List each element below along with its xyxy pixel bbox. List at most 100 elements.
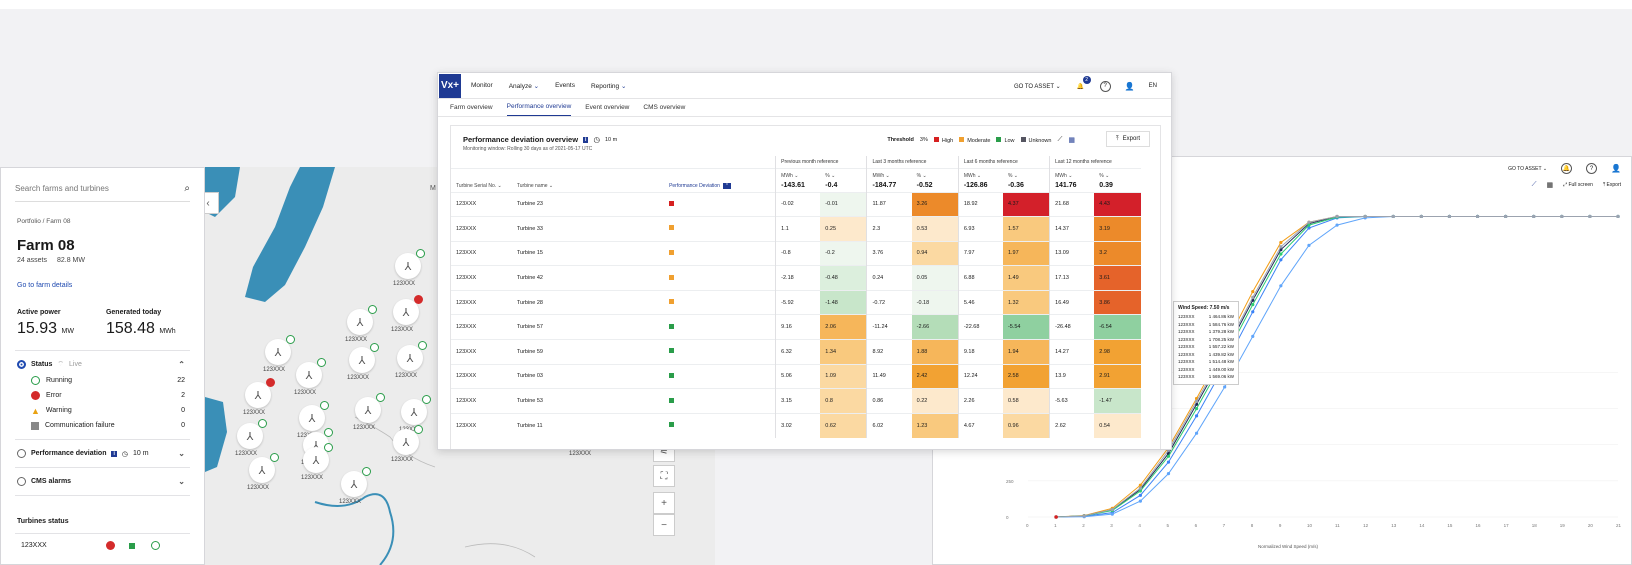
turbine-marker[interactable]: ⅄: [395, 249, 425, 279]
group-header: Previous month reference: [775, 156, 867, 168]
x-tick-label: 12: [1363, 523, 1369, 528]
turbine-marker[interactable]: ⅄: [355, 393, 385, 423]
chevron-down-icon[interactable]: ⌄: [178, 477, 185, 486]
turbine-marker[interactable]: ⅄: [401, 395, 431, 425]
status-row-communication-failure[interactable]: Communication failure 0: [31, 418, 185, 433]
status-row-running[interactable]: Running 22: [31, 373, 185, 388]
language-selector[interactable]: EN: [1149, 83, 1157, 89]
line-chart-icon[interactable]: ⟋: [1057, 136, 1062, 144]
search-input[interactable]: [15, 184, 165, 193]
farm-metrics: Active power 15.93 MW Generated today 15…: [17, 309, 204, 338]
search-icon[interactable]: ⌕: [184, 183, 190, 194]
collapse-sidebar-button[interactable]: ‹: [205, 192, 219, 214]
table-row[interactable]: 123XXX Turbine 42 -2.18 -0.48 0.24 0.05 6.88 1.…: [451, 265, 1141, 291]
breadcrumb[interactable]: Portfolio / Farm 08: [17, 218, 204, 225]
tab-farm-overview[interactable]: Farm overview: [450, 104, 493, 116]
turbine-marker[interactable]: ⅄: [265, 335, 295, 365]
user-icon[interactable]: 👤: [1125, 82, 1135, 91]
data-point: [1588, 214, 1592, 219]
table-row[interactable]: 123XXX Turbine 57 9.16 2.06 -11.24 -2.66 -22.6…: [451, 314, 1141, 340]
metric-col-header[interactable]: % ⌄ -0.36: [1002, 167, 1050, 192]
turbine-label: 123XXX: [353, 425, 376, 431]
zoom-out-button[interactable]: −: [653, 514, 675, 536]
turbine-marker[interactable]: ⅄: [349, 343, 379, 373]
table-row[interactable]: 123XXX Turbine 15 -0.8 -0.2 3.76 0.94 7.97 1.97…: [451, 240, 1141, 266]
tab-event-overview[interactable]: Event overview: [585, 104, 629, 116]
farm-details-link[interactable]: Go to farm details: [17, 282, 204, 289]
x-tick-label: 17: [1504, 523, 1510, 528]
data-point: [1138, 499, 1142, 503]
mwh-cell: -0.8: [775, 240, 821, 266]
table-row[interactable]: 123XXX Turbine 03 5.06 1.09 11.49 2.42 12.24 2.…: [451, 363, 1141, 389]
tab-performance-overview[interactable]: Performance overview: [506, 103, 572, 116]
turbine-marker[interactable]: ⅄: [393, 425, 423, 455]
turbine-name-cell: Turbine 23: [511, 191, 665, 217]
metric-col-header[interactable]: MWh ⌄ 141.76: [1049, 167, 1095, 192]
table-view-icon[interactable]: ▦: [1068, 136, 1075, 144]
chevron-down-icon[interactable]: ⌄: [178, 449, 185, 458]
mwh-cell: 0.24: [866, 265, 912, 291]
help-icon[interactable]: ?: [1099, 80, 1111, 92]
col-perf-header[interactable]: Performance Deviation ⌃: [664, 167, 776, 192]
status-row-error[interactable]: Error 2: [31, 388, 185, 403]
perf-deviation-section-header[interactable]: Performance deviation i ◷ 10 m ⌄: [17, 449, 185, 458]
col-serial-header[interactable]: Turbine Serial No. ⌄: [451, 167, 512, 192]
notification-icon[interactable]: 🔔 2: [1075, 75, 1091, 92]
turbine-marker[interactable]: ⅄: [397, 341, 427, 371]
table-row[interactable]: 123XXX Turbine 53 3.15 0.8 0.86 0.22 2.26 0.58-…: [451, 388, 1141, 414]
data-point: [1194, 431, 1199, 435]
metric-col-header[interactable]: MWh ⌄ -126.86: [957, 167, 1003, 192]
export-button[interactable]: ⤒ Export: [1106, 131, 1150, 147]
table-row[interactable]: 123XXX Turbine 11 3.02 0.62 6.02 1.23 4.67 0.96…: [451, 412, 1141, 438]
running-icon: [31, 376, 40, 385]
turbine-marker[interactable]: ⅄: [245, 378, 275, 408]
deviation-low-indicator: [669, 372, 675, 378]
turbine-row[interactable]: 123XXX: [21, 541, 171, 550]
metric-col-header[interactable]: % ⌄ -0.4: [820, 167, 867, 192]
metric-col-header[interactable]: % ⌄ 0.39: [1094, 167, 1141, 192]
nav-analyze[interactable]: Analyze ⌄: [509, 82, 539, 90]
turbines-status-heading: Turbines status: [17, 518, 69, 525]
table-row[interactable]: 123XXX Turbine 59 6.32 1.34 8.92 1.88 9.18 1.94…: [451, 339, 1141, 365]
deviation-cell: [664, 289, 776, 315]
table-row[interactable]: 123XXX Turbine 28 -5.92 -1.48 -0.72 -0.18 5.46…: [451, 289, 1141, 315]
nav-reporting[interactable]: Reporting ⌄: [591, 82, 626, 90]
chevron-up-icon[interactable]: ⌃: [178, 360, 185, 369]
col-serial-label: Turbine Serial No.: [456, 182, 497, 189]
data-point: [1082, 514, 1086, 518]
turbine-marker[interactable]: ⅄: [299, 401, 329, 431]
turbine-marker[interactable]: ⅄: [249, 453, 279, 483]
turbine-marker[interactable]: ⅄: [393, 295, 423, 325]
metric-col-header[interactable]: MWh ⌄ -143.61: [775, 167, 821, 192]
cms-alarms-section-header[interactable]: CMS alarms ⌄: [17, 477, 185, 486]
sort-up-icon[interactable]: ⌃: [722, 182, 732, 189]
zoom-in-button[interactable]: +: [653, 492, 675, 514]
data-point: [1560, 214, 1564, 219]
turbine-name-cell: Turbine 42: [511, 265, 665, 291]
app-logo[interactable]: Vx+: [439, 73, 461, 98]
y-tick-label: 250: [1006, 479, 1014, 484]
perf-deviation-radio[interactable]: [17, 449, 26, 458]
turbine-marker[interactable]: ⅄: [341, 467, 371, 497]
table-row[interactable]: 123XXX Turbine 23 -0.02 -0.01 11.87 3.26 18.92…: [451, 191, 1141, 217]
metric-col-header[interactable]: MWh ⌄ -184.77: [866, 167, 912, 192]
turbine-marker[interactable]: ⅄: [347, 305, 377, 335]
status-section-header[interactable]: Status ⌔ Live ⌃: [17, 360, 185, 369]
turbine-marker[interactable]: ⅄: [303, 443, 333, 473]
table-row[interactable]: 123XXX Turbine 33 1.1 0.25 2.3 0.53 6.93 1.57 14…: [451, 216, 1141, 242]
turbine-marker[interactable]: ⅄: [237, 419, 267, 449]
cms-alarms-radio[interactable]: [17, 477, 26, 486]
go-to-asset-button[interactable]: GO TO ASSET ⌄: [1014, 83, 1061, 90]
turbine-marker[interactable]: ⅄: [296, 358, 326, 388]
info-icon[interactable]: i: [583, 136, 589, 143]
col-name-header[interactable]: Turbine name ⌄: [511, 167, 665, 192]
pct-cell: -6.54: [1094, 314, 1141, 340]
nav-monitor[interactable]: Monitor: [471, 82, 493, 89]
status-radio[interactable]: [17, 360, 26, 369]
layers-icon[interactable]: ⛶: [653, 465, 675, 487]
tab-cms-overview[interactable]: CMS overview: [643, 104, 685, 116]
status-row-warning[interactable]: ▲ Warning 0: [31, 403, 185, 418]
active-power-value: 15.93: [17, 320, 58, 337]
nav-events[interactable]: Events: [555, 82, 575, 89]
metric-col-header[interactable]: % ⌄ -0.52: [911, 167, 959, 192]
